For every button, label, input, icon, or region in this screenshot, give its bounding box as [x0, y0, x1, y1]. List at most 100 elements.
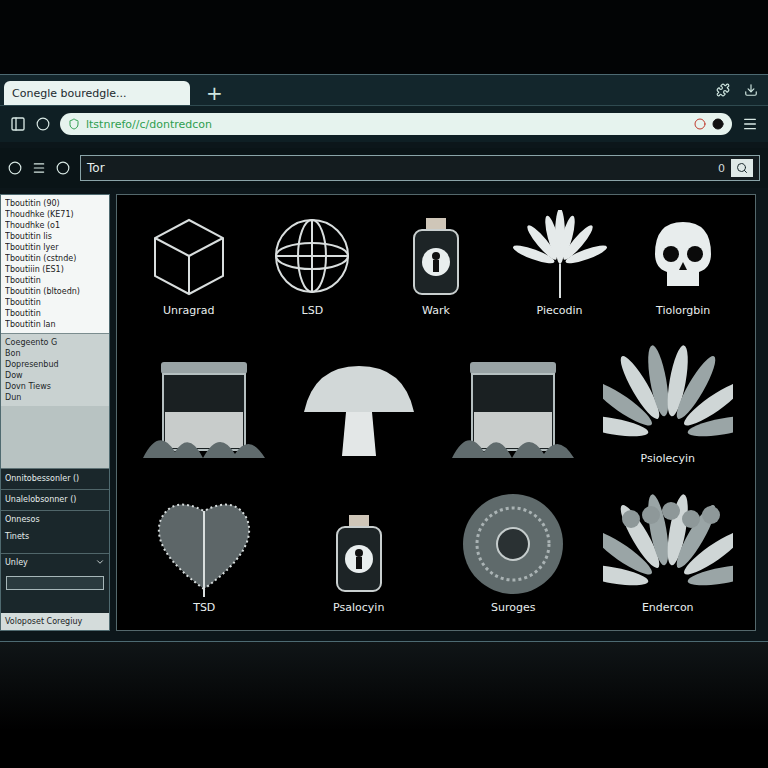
tool-button[interactable]: [56, 161, 70, 175]
product-label: Wark: [422, 304, 450, 318]
chevron-icon: [95, 557, 105, 567]
tool-button[interactable]: [8, 161, 22, 175]
shield-icon: [68, 118, 80, 130]
group-item[interactable]: Bon: [5, 348, 105, 359]
sidebar: Tboutitin (90)Thoudhke (KE71)Thoudhke (o…: [0, 194, 110, 631]
product-card[interactable]: Tiolorgbin: [624, 210, 742, 318]
url-field[interactable]: ltstnrefo//c/dontredcon: [60, 113, 732, 135]
product-card[interactable]: Wark: [377, 210, 495, 318]
jar-icon: [448, 356, 578, 466]
sidebar-link[interactable]: Tinets: [1, 528, 109, 545]
product-label: Suroges: [491, 601, 535, 615]
circle-icon[interactable]: [8, 161, 22, 175]
option-row[interactable]: Unalelobsonner (): [1, 490, 109, 511]
record-icon[interactable]: [694, 118, 706, 130]
mushroom-icon: [294, 356, 424, 466]
sidebar-item[interactable]: Thoudhke (KE71): [5, 209, 105, 220]
product-label: LSD: [302, 304, 324, 318]
sidebar-item[interactable]: Tboutiiin (ES1): [5, 264, 105, 275]
product-card[interactable]: Suroges: [454, 489, 572, 615]
lines-icon[interactable]: [32, 161, 46, 175]
group-item[interactable]: Dow: [5, 370, 105, 381]
sidebar-item[interactable]: Tboutitin lis: [5, 231, 105, 242]
circle-icon[interactable]: [56, 161, 70, 175]
search-count: 0: [718, 162, 725, 175]
select[interactable]: Unley: [1, 553, 109, 570]
sidebar-item[interactable]: Tboutitin lyer: [5, 242, 105, 253]
sidebar-item[interactable]: Tboutitin: [5, 297, 105, 308]
sphere-icon: [262, 210, 362, 302]
body: Tboutitin (90)Thoudhke (KE71)Thoudhke (o…: [0, 188, 768, 641]
product-card[interactable]: [145, 356, 263, 466]
download-icon[interactable]: [744, 83, 758, 97]
puzzle-icon[interactable]: [716, 83, 730, 97]
leaf-icon: [510, 210, 610, 302]
group-item[interactable]: Dun: [5, 392, 105, 403]
sidebar-item[interactable]: Tboutitin: [5, 308, 105, 319]
product-card[interactable]: Endercon: [609, 489, 727, 615]
cube-icon: [139, 210, 239, 302]
product-grid: Unragrad LSD Wark Piecodin Tiolorgbin Psiolec…: [116, 194, 756, 631]
product-card[interactable]: [454, 356, 572, 466]
sidebar-item[interactable]: Thoudhke (o1: [5, 220, 105, 231]
product-card[interactable]: Unragrad: [130, 210, 248, 318]
product-label: Piecodin: [537, 304, 583, 318]
tool-bar: Tor 0: [0, 148, 768, 188]
tool-button[interactable]: [32, 161, 46, 175]
plant-icon: [603, 340, 733, 450]
product-label: Psalocyin: [333, 601, 384, 615]
bottle-icon: [309, 507, 409, 599]
tab-icons: [716, 83, 758, 97]
dot-icon[interactable]: [712, 118, 724, 130]
sidebar-input[interactable]: [6, 576, 104, 590]
sidebar-item[interactable]: Tboutitin (cstnde): [5, 253, 105, 264]
disc-icon: [448, 489, 578, 599]
panel-icon[interactable]: [10, 116, 26, 132]
product-label: Tiolorgbin: [656, 304, 710, 318]
product-card[interactable]: Psalocyin: [300, 507, 418, 615]
reflection: [0, 642, 768, 768]
sidebar-item[interactable]: Tboutitin (90): [5, 198, 105, 209]
group-item[interactable]: Dopresenbud: [5, 359, 105, 370]
menu-button[interactable]: [742, 116, 758, 132]
sidebar-list: Tboutitin (90)Thoudhke (KE71)Thoudhke (o…: [1, 195, 109, 333]
product-label: TSD: [193, 601, 215, 615]
bush-icon: [603, 489, 733, 599]
product-card[interactable]: Piecodin: [501, 210, 619, 318]
search-field[interactable]: Tor 0: [80, 155, 760, 181]
new-tab-button[interactable]: +: [200, 81, 229, 105]
search-button[interactable]: [731, 159, 753, 177]
url-text: ltstnrefo//c/dontredcon: [86, 118, 688, 131]
sidebar-link[interactable]: Onnesos: [1, 511, 109, 528]
product-card[interactable]: [300, 356, 418, 466]
menu-icon[interactable]: [742, 116, 758, 132]
tab-bar: Conegle bouredgle... +: [0, 75, 768, 105]
sidebar-panel: [1, 406, 109, 469]
option-row[interactable]: Onnitobessonler (): [1, 469, 109, 490]
circle-icon[interactable]: [36, 117, 50, 131]
jar-icon: [139, 356, 269, 466]
group-item[interactable]: Dovn Tiews: [5, 381, 105, 392]
product-card[interactable]: LSD: [253, 210, 371, 318]
sidebar-groups: Coegeento GBonDopresenbudDowDovn TiewsDu…: [1, 333, 109, 406]
product-card[interactable]: Psiolecyin: [609, 340, 727, 466]
heart-leaf-icon: [139, 489, 269, 599]
top-space: [0, 0, 768, 74]
sidebar-item[interactable]: Tboutitin (bltoedn): [5, 286, 105, 297]
address-bar: ltstnrefo//c/dontredcon: [0, 105, 768, 142]
skull-icon: [633, 210, 733, 302]
product-card[interactable]: TSD: [145, 489, 263, 615]
product-label: Unragrad: [163, 304, 215, 318]
sidebar-toggle[interactable]: [10, 116, 26, 132]
search-value: Tor: [87, 161, 712, 175]
sidebar-item[interactable]: Tboutitin: [5, 275, 105, 286]
product-label: Endercon: [642, 601, 694, 615]
product-row: TSD Psalocyin Suroges Endercon: [127, 489, 745, 615]
search-icon[interactable]: [736, 162, 748, 174]
sidebar-footer[interactable]: Voloposet Coregiuy: [1, 613, 109, 630]
group-item[interactable]: Coegeento G: [5, 337, 105, 348]
sidebar-item[interactable]: Tboutitin lan: [5, 319, 105, 330]
reload-button[interactable]: [36, 117, 50, 131]
product-row: Unragrad LSD Wark Piecodin Tiolorgbin: [127, 210, 745, 318]
tab[interactable]: Conegle bouredgle...: [4, 81, 190, 105]
